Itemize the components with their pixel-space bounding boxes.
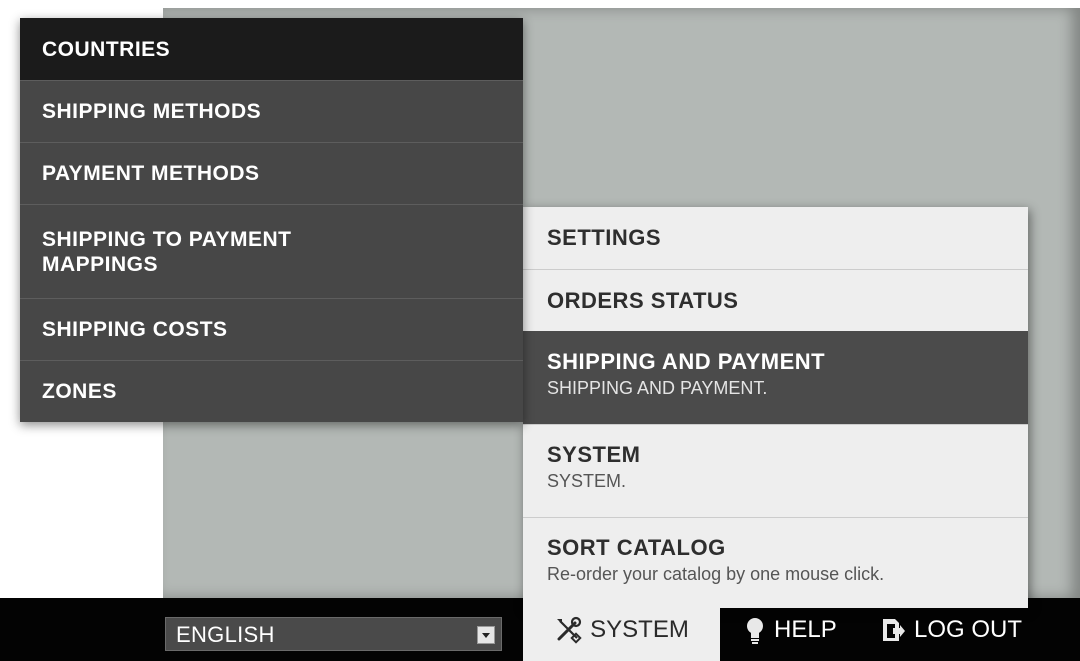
submenu-item-label: SHIPPING METHODS [42, 100, 262, 123]
submenu-item-label: ZONES [42, 380, 117, 403]
submenu-item-zones[interactable]: ZONES [20, 360, 523, 422]
nav-system-label: SYSTEM [590, 615, 689, 643]
menu-item-label: SETTINGS [547, 225, 662, 250]
menu-item-sort-catalog[interactable]: SORT CATALOG Re-order your catalog by on… [523, 517, 1028, 610]
submenu-item-shipping-costs[interactable]: SHIPPING COSTS [20, 298, 523, 360]
lightbulb-icon [744, 616, 766, 644]
nav-system-button[interactable]: SYSTEM [523, 598, 720, 661]
submenu-item-label: PAYMENT METHODS [42, 162, 260, 185]
submenu-item-payment-methods[interactable]: PAYMENT METHODS [20, 142, 523, 204]
language-selected-value: ENGLISH [176, 622, 275, 647]
menu-item-label: SYSTEM [547, 442, 641, 467]
nav-logout-link[interactable]: LOG OUT [880, 598, 1022, 661]
submenu-item-label: COUNTRIES [42, 37, 171, 61]
shipping-payment-submenu: COUNTRIES SHIPPING METHODS PAYMENT METHO… [20, 18, 523, 422]
menu-item-label: SHIPPING AND PAYMENT [547, 349, 826, 374]
submenu-item-shipping-methods[interactable]: SHIPPING METHODS [20, 80, 523, 142]
submenu-item-countries[interactable]: COUNTRIES [20, 18, 523, 80]
menu-item-settings[interactable]: SETTINGS [523, 207, 1028, 269]
menu-item-description: SYSTEM. [547, 471, 627, 491]
submenu-item-label: SHIPPING TO PAYMENT MAPPINGS [42, 228, 292, 276]
menu-item-description: SHIPPING AND PAYMENT. [547, 378, 768, 398]
nav-help-label: HELP [774, 615, 837, 643]
menu-item-description: Re-order your catalog by one mouse click… [547, 564, 885, 584]
nav-logout-label: LOG OUT [914, 615, 1023, 643]
nav-help-link[interactable]: HELP [744, 598, 837, 661]
menu-item-shipping-and-payment[interactable]: SHIPPING AND PAYMENT SHIPPING AND PAYMEN… [523, 331, 1028, 424]
menu-item-label: SORT CATALOG [547, 535, 726, 560]
submenu-item-label: SHIPPING COSTS [42, 318, 228, 341]
language-select[interactable]: ENGLISH [165, 617, 502, 651]
tools-icon [554, 616, 582, 644]
chevron-down-icon[interactable] [477, 626, 495, 644]
menu-item-orders-status[interactable]: ORDERS STATUS [523, 269, 1028, 331]
system-dropdown-menu: SETTINGS ORDERS STATUS SHIPPING AND PAYM… [523, 207, 1028, 608]
menu-item-label: ORDERS STATUS [547, 287, 739, 313]
menu-item-system[interactable]: SYSTEM SYSTEM. [523, 424, 1028, 517]
submenu-item-shipping-to-payment-mappings[interactable]: SHIPPING TO PAYMENT MAPPINGS [20, 204, 523, 298]
logout-icon [880, 617, 906, 643]
